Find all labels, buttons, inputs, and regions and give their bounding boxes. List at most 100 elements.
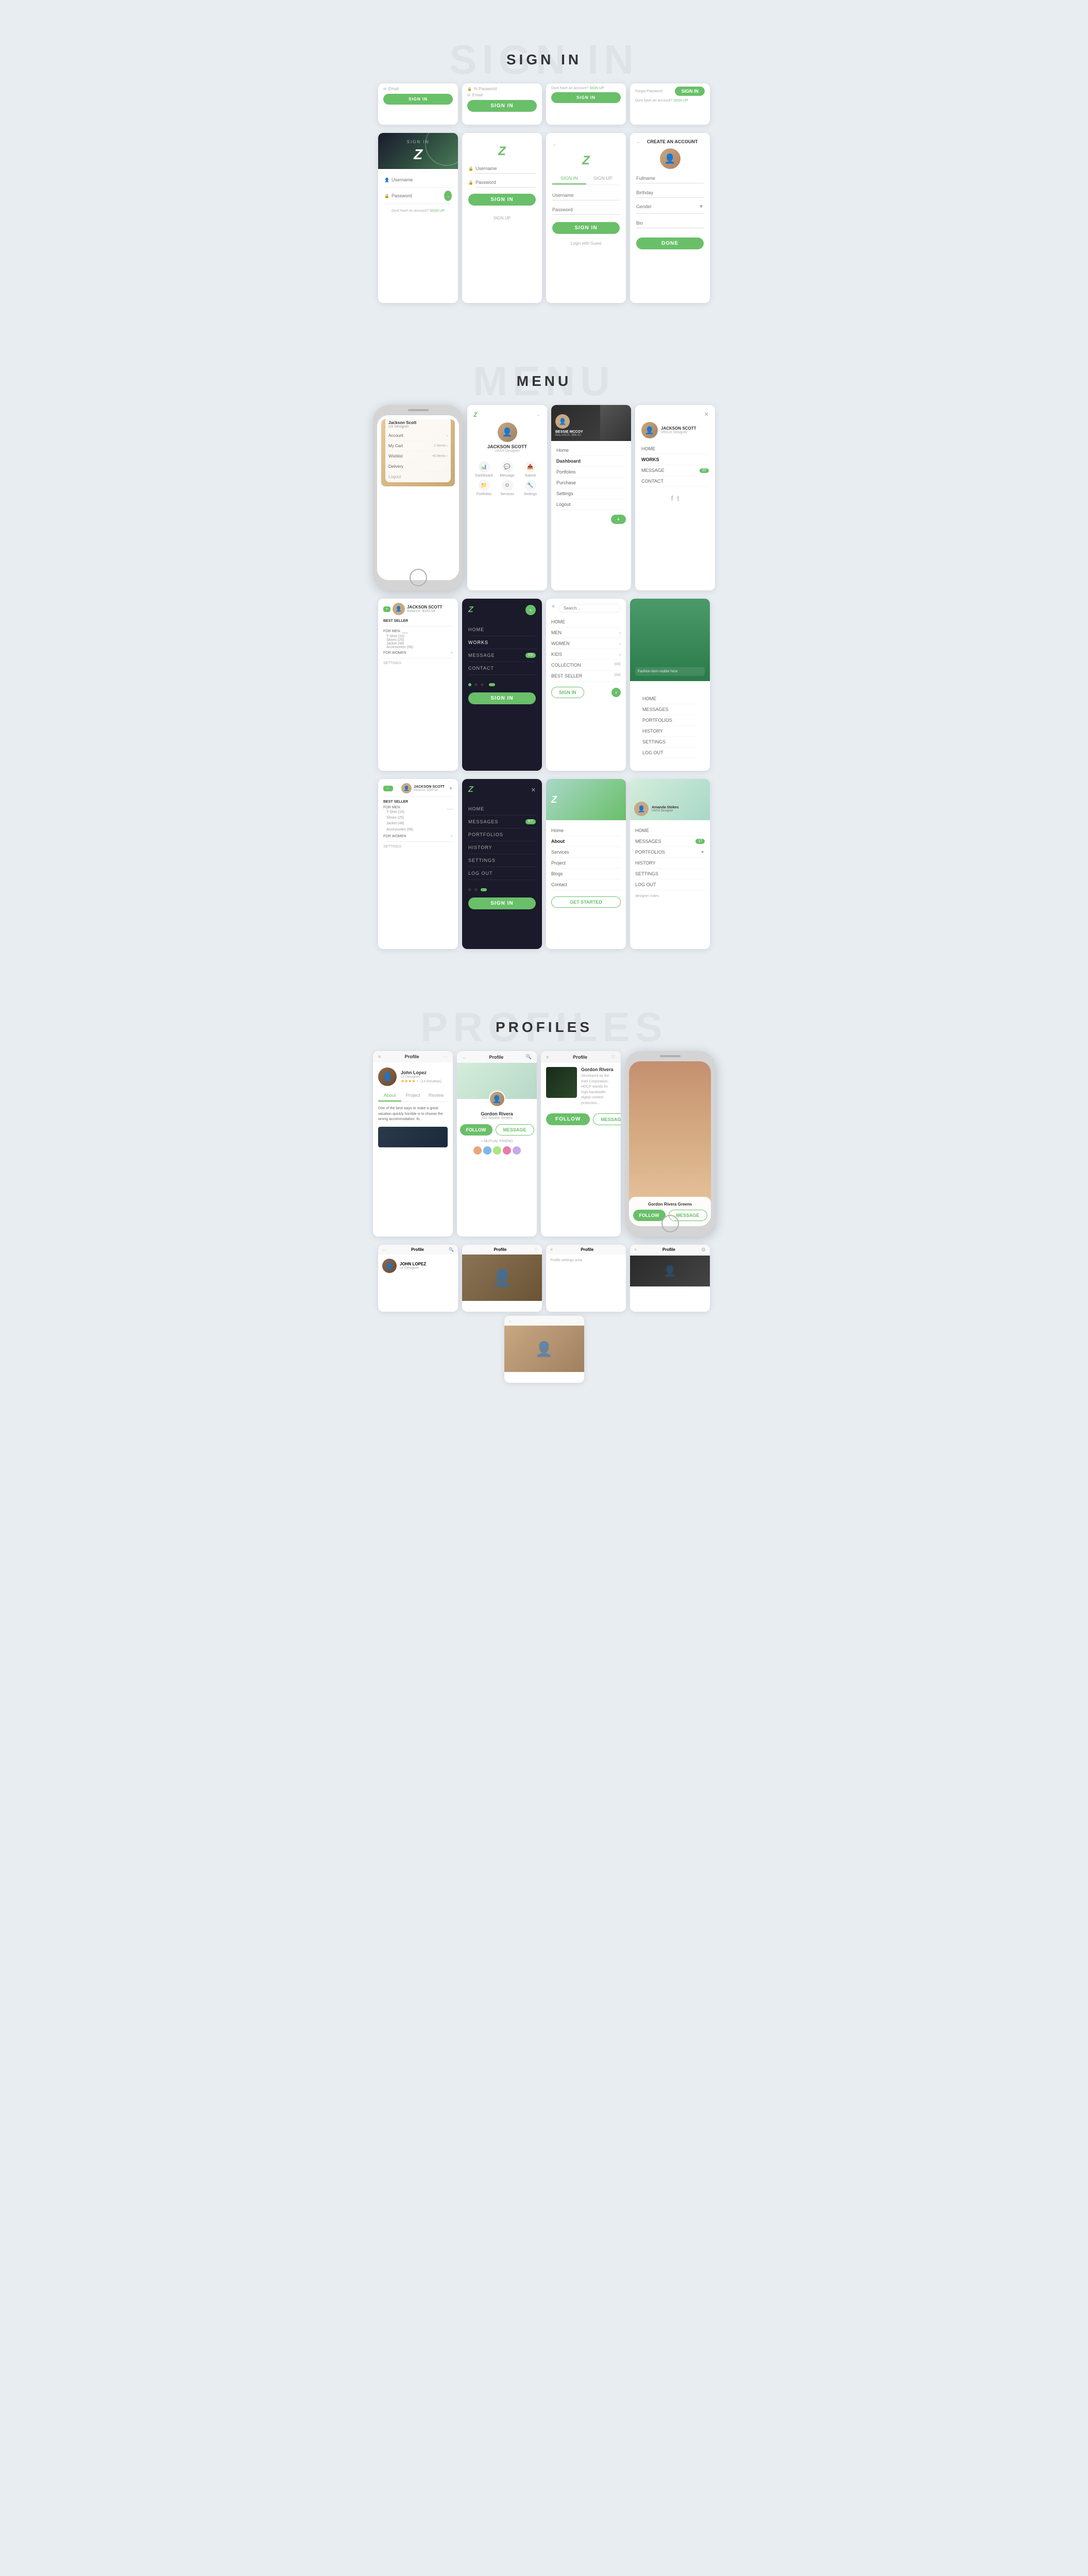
cat-signin-btn[interactable]: SIGN IN xyxy=(551,687,584,698)
sidebar-green-btn[interactable]: + xyxy=(611,515,626,524)
lg-home[interactable]: HOME xyxy=(635,825,705,836)
pg2-gear[interactable]: ⚙ xyxy=(701,1247,706,1253)
cart-item[interactable]: My Cart 2 items › xyxy=(388,441,448,451)
username-input-1[interactable] xyxy=(392,175,452,184)
password-input-1[interactable] xyxy=(392,191,442,200)
wishlist-item[interactable]: Wishlist +6 items › xyxy=(388,451,448,462)
username-input-2[interactable] xyxy=(475,164,536,174)
guest-login-link[interactable]: Login with Guest xyxy=(552,241,620,246)
username-input-3[interactable] xyxy=(552,191,620,200)
signin-btn-1[interactable]: SIGN IN xyxy=(383,94,453,105)
submit-icon-item[interactable]: 📤 Submit xyxy=(520,461,541,478)
get-started-btn[interactable]: GET STARTED xyxy=(551,896,621,908)
birthday-input[interactable] xyxy=(636,188,704,198)
pj2-more[interactable]: 🔍 xyxy=(449,1247,454,1252)
lg-portfolios[interactable]: PORTFOLIOS ▼ xyxy=(635,847,705,858)
social-icon-2[interactable]: t xyxy=(677,494,679,502)
lg-settings[interactable]: SETTINGS xyxy=(635,869,705,879)
tab-review[interactable]: Review xyxy=(424,1090,448,1101)
nav-dashboard[interactable]: Dashboard xyxy=(556,456,626,467)
modern-blogs[interactable]: Blogs xyxy=(551,869,621,879)
modern-project[interactable]: Project xyxy=(551,858,621,869)
grad-settings[interactable]: SETTINGS xyxy=(642,737,698,748)
nav-portfolios[interactable]: Portfolios xyxy=(556,467,626,478)
ps-dropdown[interactable]: ▼ xyxy=(449,786,453,791)
nav2-works[interactable]: WORKS xyxy=(641,454,709,465)
gordon1-search[interactable]: 🔍 xyxy=(526,1054,532,1060)
delivery-item[interactable]: Delivery xyxy=(388,462,448,472)
cat-collection[interactable]: COLLECTION (69) xyxy=(551,660,621,671)
dark2-settings[interactable]: SETTINGS xyxy=(468,854,536,867)
cat-add-btn[interactable]: + xyxy=(611,688,621,697)
fullname-input[interactable] xyxy=(636,174,704,183)
dark2-home[interactable]: HOME xyxy=(468,803,536,816)
grad-history[interactable]: HISTORY xyxy=(642,726,698,737)
dashboard-icon-item[interactable]: 📊 Dashboard xyxy=(473,461,495,478)
lg-logout[interactable]: LOG OUT xyxy=(635,879,705,890)
grad-logout[interactable]: LOG OUT xyxy=(642,748,698,758)
pj2-back[interactable]: ← xyxy=(382,1247,386,1252)
portfolios-icon-item[interactable]: 📁 Portfolios xyxy=(473,480,495,496)
nav-logout[interactable]: Logout xyxy=(556,499,626,510)
dark2-signin-btn[interactable]: SIGN IN xyxy=(468,897,536,909)
dark-nav-works[interactable]: WORKS xyxy=(468,636,536,649)
gordon2-menu[interactable]: ≡ xyxy=(546,1055,549,1060)
signin-btn-2[interactable]: SIGN IN xyxy=(467,100,537,112)
cat-men[interactable]: MEN › xyxy=(551,628,621,638)
cat-search[interactable] xyxy=(559,604,621,613)
back-arrow-menu[interactable]: ← xyxy=(536,412,541,417)
nav2-contact[interactable]: CONTACT xyxy=(641,476,709,487)
ps2-menu[interactable]: ≡ xyxy=(550,1247,553,1252)
dark2-portfolios[interactable]: PORTFOLIOS xyxy=(468,828,536,841)
grad-portfolios[interactable]: PORTFOLIOS xyxy=(642,715,698,726)
gordon1-message-btn[interactable]: MESSAGE xyxy=(496,1124,534,1136)
nav-home[interactable]: Home xyxy=(556,445,626,456)
lg-history[interactable]: HISTORY xyxy=(635,858,705,869)
dark2-messages[interactable]: MESSAGES 67 xyxy=(468,816,536,828)
gender-dropdown-icon[interactable]: ▼ xyxy=(699,204,704,210)
dark-nav-home[interactable]: HOME xyxy=(468,623,536,636)
mockup-message-btn[interactable]: MESSAGE xyxy=(669,1210,707,1221)
modern-about[interactable]: About xyxy=(551,836,621,847)
gordon2-follow-btn[interactable]: FOLLOW xyxy=(546,1113,590,1125)
pg2-menu[interactable]: ≡ xyxy=(634,1247,637,1253)
mockup-follow-btn[interactable]: FOLLOW xyxy=(633,1210,666,1221)
grad-home[interactable]: HOME xyxy=(642,693,698,704)
services-icon-item[interactable]: ⚙ Services xyxy=(497,480,518,496)
dark-signin-btn[interactable]: SIGN IN xyxy=(468,692,536,704)
tab-project[interactable]: Project xyxy=(401,1090,424,1101)
dark-nav-message[interactable]: MESSAGE 09 xyxy=(468,649,536,662)
cat-home[interactable]: HOME xyxy=(551,617,621,628)
dark-nav-contact[interactable]: CONTACT xyxy=(468,662,536,675)
nav2-message[interactable]: MESSAGE 07 xyxy=(641,465,709,476)
profile-more-icon[interactable]: ··· xyxy=(443,1054,448,1059)
dark-menu-add[interactable]: + xyxy=(525,605,536,615)
lg-messages[interactable]: MESSAGES 17 xyxy=(635,836,705,847)
bio-input[interactable] xyxy=(636,218,704,228)
gordon1-follow-btn[interactable]: FOLLOW xyxy=(460,1124,492,1136)
signin-btn-logo[interactable]: SIGN IN xyxy=(468,194,536,206)
face-heart[interactable]: ♡ xyxy=(534,1247,538,1252)
tab-signup[interactable]: SIGN UP xyxy=(586,173,620,184)
cat-close[interactable]: ✕ xyxy=(551,604,555,613)
profile-menu-icon[interactable]: ≡ xyxy=(378,1054,381,1059)
signin-btn-4[interactable]: SIGN IN xyxy=(675,87,705,96)
nav-purchase[interactable]: Purchase xyxy=(556,478,626,488)
cat-bestseller[interactable]: BEST SELLER (64) xyxy=(551,671,621,682)
cat-kids[interactable]: KIDS › xyxy=(551,649,621,660)
profile-sidebar-back[interactable]: ← xyxy=(383,786,393,791)
close-menu[interactable]: ✕ xyxy=(704,411,709,418)
account-item[interactable]: Account › xyxy=(388,431,448,441)
nav-settings[interactable]: Settings xyxy=(556,488,626,499)
signin-arrow-btn[interactable]: → xyxy=(444,191,452,201)
social-icon-1[interactable]: f xyxy=(671,494,673,502)
settings-icon-item[interactable]: 🔧 Settings xyxy=(520,480,541,496)
grad-messages[interactable]: MESSAGES xyxy=(642,704,698,715)
modern-home[interactable]: Home xyxy=(551,825,621,836)
tab-about[interactable]: About xyxy=(378,1090,401,1101)
logout-item[interactable]: Logout xyxy=(388,472,448,479)
dark2-history[interactable]: HISTORY xyxy=(468,841,536,854)
signin-btn-3[interactable]: SIGN IN xyxy=(551,92,621,103)
back-btn-cart[interactable]: + xyxy=(383,606,390,612)
password-input-2[interactable] xyxy=(475,178,536,188)
